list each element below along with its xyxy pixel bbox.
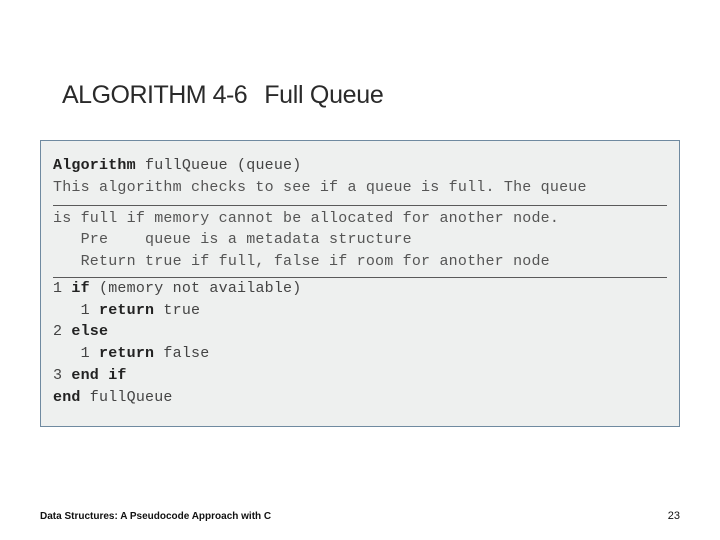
algorithm-codebox: Algorithm fullQueue (queue) This algorit… — [40, 140, 680, 427]
code-text: (memory not available) — [90, 280, 302, 297]
code-lineno: 1 — [53, 345, 99, 362]
code-keyword: Algorithm — [53, 157, 136, 174]
code-text: true — [154, 302, 200, 319]
code-line: This algorithm checks to see if a queue … — [53, 177, 667, 199]
code-text: false — [154, 345, 209, 362]
code-keyword: end — [53, 389, 81, 406]
code-line: Return true if full, false if room for a… — [53, 251, 667, 273]
code-line: is full if memory cannot be allocated fo… — [53, 208, 667, 230]
code-text: fullQueue — [81, 389, 173, 406]
code-lineno: 3 — [53, 367, 71, 384]
code-text: fullQueue (queue) — [136, 157, 302, 174]
code-keyword: return — [99, 302, 154, 319]
algorithm-heading: ALGORITHM 4-6 Full Queue — [62, 80, 384, 110]
code-line: Pre queue is a metadata structure — [53, 229, 667, 251]
code-lineno: 2 — [53, 323, 71, 340]
code-lineno: 1 — [53, 302, 99, 319]
code-keyword: return — [99, 345, 154, 362]
code-line: Algorithm fullQueue (queue) — [53, 155, 667, 177]
code-lineno: 1 — [53, 280, 71, 297]
code-keyword: end if — [71, 367, 126, 384]
code-line: 2 else — [53, 321, 667, 343]
code-line: 1 return true — [53, 300, 667, 322]
footer-page-number: 23 — [668, 510, 680, 522]
code-line: end fullQueue — [53, 387, 667, 409]
code-keyword: if — [71, 280, 89, 297]
heading-label: ALGORITHM 4-6 — [62, 81, 247, 109]
code-line: 1 if (memory not available) — [53, 278, 667, 300]
code-line: 3 end if — [53, 365, 667, 387]
code-line: 1 return false — [53, 343, 667, 365]
heading-title: Full Queue — [264, 81, 383, 109]
code-keyword: else — [71, 323, 108, 340]
code-ruleblock: is full if memory cannot be allocated fo… — [53, 205, 667, 278]
footer-book-title: Data Structures: A Pseudocode Approach w… — [40, 511, 271, 522]
slide-container: ALGORITHM 4-6 Full Queue Algorithm fullQ… — [0, 0, 720, 540]
